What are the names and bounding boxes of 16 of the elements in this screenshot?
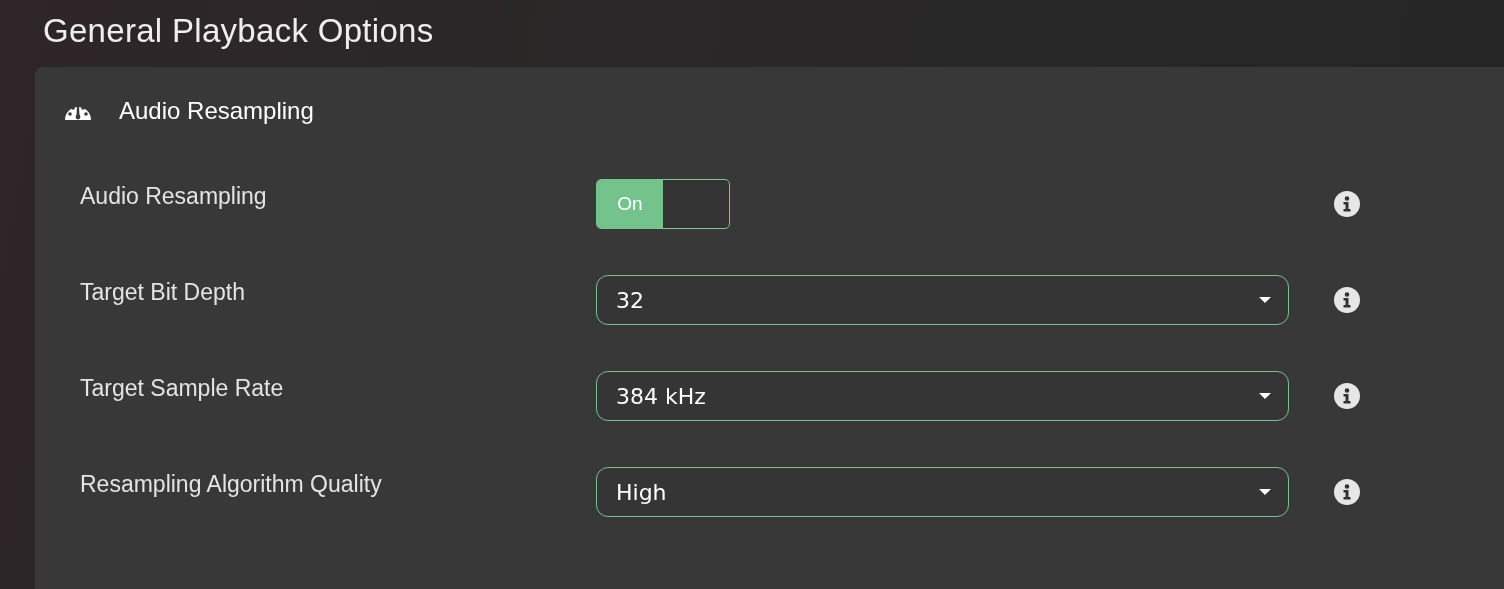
info-icon[interactable] <box>1334 287 1360 313</box>
setting-label: Target Bit Depth <box>80 279 246 306</box>
caret-icon <box>1259 296 1271 304</box>
setting-label: Resampling Algorithm Quality <box>80 471 383 498</box>
dropdown-select[interactable]: 384 kHz <box>596 371 1289 421</box>
caret-icon <box>1259 392 1271 400</box>
dropdown-select[interactable]: 32 <box>596 275 1289 325</box>
info-icon[interactable] <box>1334 479 1360 505</box>
dropdown-select[interactable]: High <box>596 467 1289 517</box>
info-icon[interactable] <box>1334 383 1360 409</box>
section-title: Audio Resampling <box>119 97 314 125</box>
setting-label: Target Sample Rate <box>80 375 285 402</box>
info-icon[interactable] <box>1334 191 1360 217</box>
page-title: General Playback Options <box>42 11 435 51</box>
setting-label: Audio Resampling <box>80 183 268 210</box>
caret-icon <box>1259 488 1271 496</box>
